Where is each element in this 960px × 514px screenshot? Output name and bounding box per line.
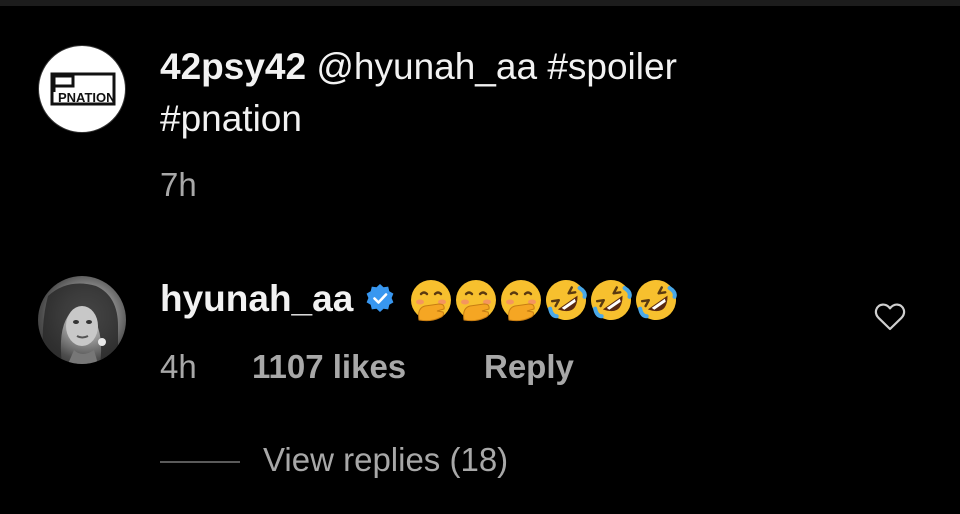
comment-time: 7h — [160, 166, 197, 203]
hand-over-mouth-emoji-icon — [501, 280, 542, 322]
comment-text[interactable]: @hyunah_aa #spoiler — [306, 46, 677, 87]
emoji-row[interactable] — [409, 273, 679, 323]
likes-count[interactable]: 1107 likes — [252, 348, 406, 386]
top-divider — [0, 0, 960, 6]
reply-button[interactable]: Reply — [484, 348, 574, 386]
verified-badge-icon — [366, 284, 394, 313]
rolling-laughing-emoji-icon — [636, 280, 678, 321]
hyunah-avatar[interactable] — [38, 276, 126, 364]
comment-time: 4h — [160, 348, 197, 385]
heart-outline-icon[interactable] — [874, 302, 906, 332]
comment-username[interactable]: hyunah_aa — [160, 278, 353, 319]
hashtag-pnation[interactable]: #pnation — [160, 98, 302, 139]
rolling-laughing-emoji-icon — [591, 280, 633, 321]
pnation-logo: PNATION — [50, 72, 116, 106]
comment-body-line1: 42psy42 @hyunah_aa #spoiler — [160, 42, 677, 92]
view-replies-button[interactable]: View replies (18) — [263, 441, 508, 479]
pnation-avatar[interactable]: PNATION — [38, 45, 126, 133]
comment-body: hyunah_aa — [160, 274, 679, 326]
comment-username[interactable]: 42psy42 — [160, 46, 306, 87]
replies-divider-line — [160, 461, 240, 463]
comment-body-line2: #pnation — [160, 94, 302, 144]
hand-over-mouth-emoji-icon — [411, 280, 452, 322]
hand-over-mouth-emoji-icon — [456, 280, 497, 322]
rolling-laughing-emoji-icon — [546, 280, 588, 321]
pnation-logo-text: PNATION — [58, 90, 116, 105]
avatar-portrait — [42, 283, 118, 364]
